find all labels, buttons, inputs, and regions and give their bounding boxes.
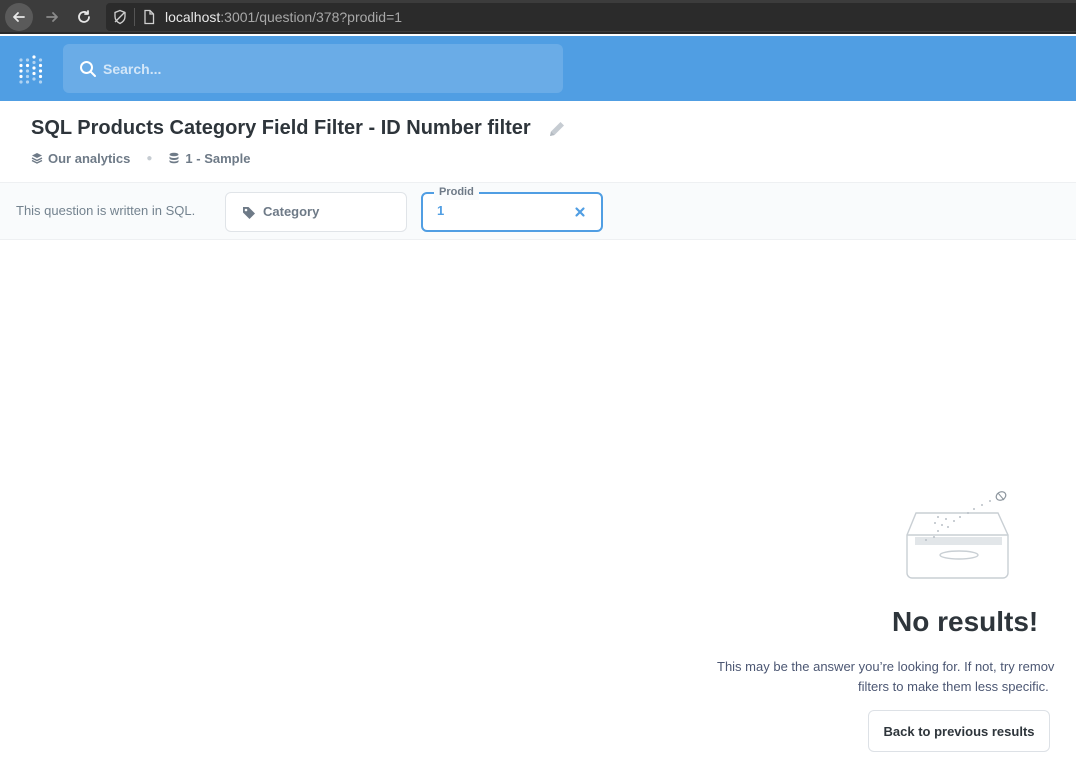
database-icon — [169, 152, 179, 164]
tag-icon — [243, 207, 255, 219]
breadcrumb-collection-label: Our analytics — [48, 150, 131, 166]
forward-button[interactable] — [38, 3, 66, 31]
breadcrumb: Our analytics ● 1 - Sample — [31, 150, 250, 166]
empty-state-title: No results! — [892, 606, 1039, 637]
close-icon[interactable] — [573, 205, 587, 219]
filter-bar: This question is written in SQL. Categor… — [0, 182, 1076, 240]
sql-note: This question is written in SQL. — [16, 203, 196, 218]
category-filter-label: Category — [263, 204, 320, 219]
breadcrumb-collection[interactable]: Our analytics — [31, 151, 130, 166]
tracking-shield-icon — [114, 9, 126, 25]
prodid-filter-value: 1 — [437, 203, 445, 218]
back-to-previous-results-button[interactable]: Back to previous results — [868, 710, 1050, 752]
metabase-logo-icon[interactable] — [18, 55, 44, 85]
empty-state-message-line2: filters to make them less specific. — [858, 679, 1049, 694]
page-title: SQL Products Category Field Filter - ID … — [31, 117, 531, 139]
address-bar[interactable]: localhost:3001/question/378?prodid=1 — [106, 3, 1076, 31]
page-icon — [144, 9, 155, 25]
breadcrumb-database-label: 1 - Sample — [185, 150, 251, 166]
category-filter[interactable]: Category — [225, 192, 407, 232]
url-text: localhost:3001/question/378?prodid=1 — [165, 9, 402, 25]
arrow-left-icon — [13, 12, 25, 22]
prodid-filter[interactable]: Prodid 1 — [421, 184, 603, 232]
search-icon — [80, 61, 96, 77]
back-button[interactable] — [5, 3, 33, 31]
pencil-icon[interactable] — [547, 119, 567, 139]
browser-toolbar: localhost:3001/question/378?prodid=1 — [0, 0, 1076, 34]
search-input[interactable] — [103, 44, 543, 93]
empty-box-illustration-icon — [906, 491, 1009, 579]
reload-icon — [78, 10, 90, 23]
reload-button[interactable] — [70, 3, 98, 31]
arrow-right-icon — [46, 12, 58, 22]
breadcrumb-database[interactable]: 1 - Sample — [168, 151, 250, 166]
collection-icon — [31, 153, 43, 164]
url-host: localhost — [165, 9, 221, 25]
breadcrumb-separator: ● — [146, 152, 153, 164]
search-bar[interactable] — [63, 44, 563, 93]
app-header — [0, 36, 1076, 101]
empty-state-message-line1: This may be the answer you’re looking fo… — [717, 659, 1055, 674]
prodid-filter-label: Prodid — [434, 184, 479, 200]
address-separator — [134, 8, 135, 26]
url-path: :3001/question/378?prodid=1 — [220, 9, 403, 25]
